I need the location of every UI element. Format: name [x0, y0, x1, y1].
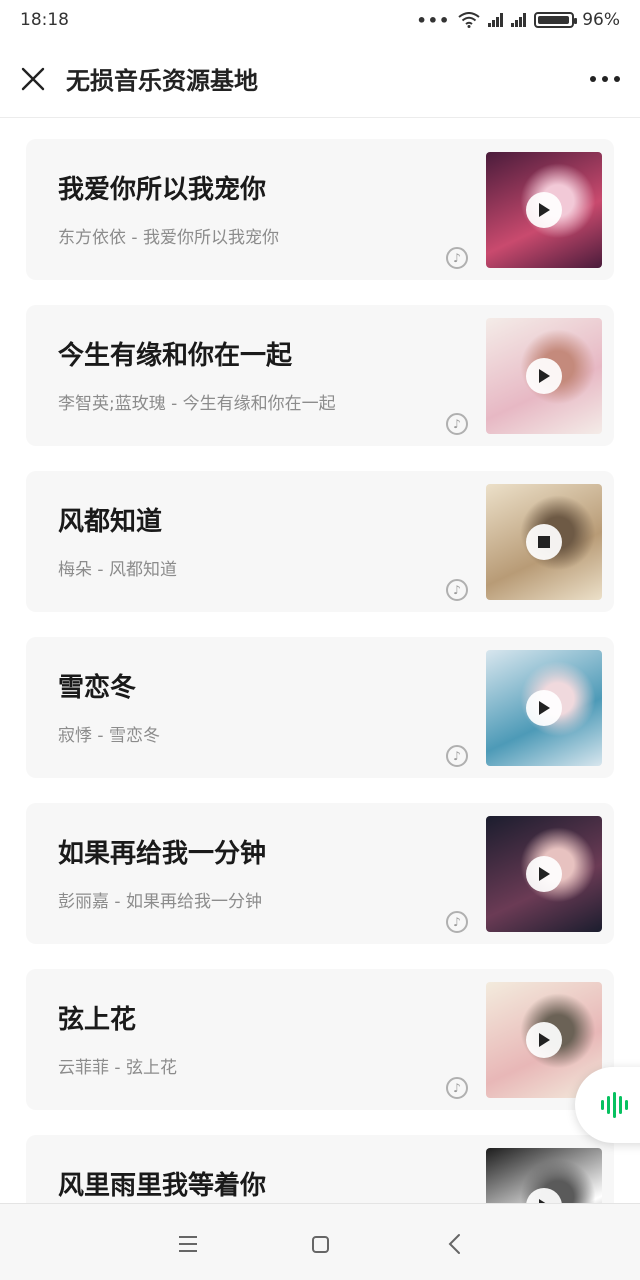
- song-title: 如果再给我一分钟: [58, 839, 267, 869]
- album-cover[interactable]: [486, 1148, 602, 1203]
- play-icon: [539, 1033, 550, 1047]
- song-artist: 李智英;蓝玫瑰 - 今生有缘和你在一起: [58, 394, 336, 414]
- song-card[interactable]: 今生有缘和你在一起李智英;蓝玫瑰 - 今生有缘和你在一起 ♪: [26, 305, 614, 446]
- song-card[interactable]: 我爱你所以我宠你东方依依 - 我爱你所以我宠你 ♪: [26, 139, 614, 280]
- back-icon: [448, 1234, 460, 1254]
- voice-wave-icon: [601, 1092, 628, 1118]
- play-button[interactable]: [526, 856, 562, 892]
- song-title: 今生有缘和你在一起: [58, 341, 293, 371]
- status-time: 18:18: [20, 10, 69, 30]
- battery-fill: [538, 16, 570, 24]
- nav-menu-button[interactable]: [168, 1224, 208, 1264]
- play-button[interactable]: [526, 358, 562, 394]
- song-list: 我爱你所以我宠你 东方依依 - 我爱你所以我宠你 ♪ 今生有缘和你在一起 李智英;蓝玫瑰…: [0, 118, 640, 1203]
- music-note-icon: ♪: [446, 413, 468, 435]
- album-cover[interactable]: [486, 816, 602, 932]
- song-artist: 彭丽嘉 - 如果再给我一分钟: [58, 892, 262, 912]
- song-artist: 寂悸 - 雪恋冬: [58, 726, 160, 746]
- battery-percent: 96%: [582, 10, 620, 30]
- song-card[interactable]: 如果再给我一分钟彭丽嘉 - 如果再给我一分钟 ♪: [26, 803, 614, 944]
- nav-back-button[interactable]: [434, 1224, 474, 1264]
- music-note-icon: ♪: [446, 1077, 468, 1099]
- menu-icon: [179, 1236, 197, 1252]
- nav-home-button[interactable]: [300, 1224, 340, 1264]
- more-status-icon: •••: [416, 10, 451, 30]
- album-cover[interactable]: [486, 650, 602, 766]
- song-title: 雪恋冬: [58, 673, 137, 703]
- play-icon: [539, 369, 550, 383]
- stop-button[interactable]: [526, 524, 562, 560]
- music-note-icon: ♪: [446, 911, 468, 933]
- signal-icon-2: [511, 13, 527, 27]
- close-button[interactable]: [0, 40, 66, 118]
- song-artist: 东方依依 - 我爱你所以我宠你: [58, 228, 279, 248]
- album-cover[interactable]: [486, 484, 602, 600]
- play-icon: [539, 701, 550, 715]
- song-title: 风里雨里我等着你: [58, 1171, 267, 1201]
- play-button[interactable]: [526, 1188, 562, 1203]
- music-note-icon: ♪: [446, 579, 468, 601]
- song-card[interactable]: 风都知道梅朵 - 风都知道 ♪: [26, 471, 614, 612]
- play-button[interactable]: [526, 690, 562, 726]
- system-nav-bar: [0, 1203, 640, 1280]
- close-icon: [21, 67, 45, 90]
- song-card[interactable]: 雪恋冬寂悸 - 雪恋冬 ♪: [26, 637, 614, 778]
- battery-icon: [534, 12, 578, 28]
- song-title: 我爱你所以我宠你: [58, 175, 267, 205]
- top-bar: 无损音乐资源基地: [0, 40, 640, 118]
- music-note-icon: ♪: [446, 247, 468, 269]
- song-title: 风都知道: [58, 507, 163, 537]
- album-cover[interactable]: [486, 318, 602, 434]
- more-icon: [590, 75, 620, 82]
- music-note-icon: ♪: [446, 745, 468, 767]
- song-artist: 云菲菲 - 弦上花: [58, 1058, 177, 1078]
- song-card[interactable]: 弦上花云菲菲 - 弦上花 ♪: [26, 969, 614, 1110]
- stop-icon: [538, 536, 550, 548]
- status-bar: 18:18 ••• 96%: [0, 0, 640, 40]
- page-title: 无损音乐资源基地: [66, 67, 258, 95]
- play-icon: [539, 203, 550, 217]
- song-artist: 梅朵 - 风都知道: [58, 560, 177, 580]
- play-button[interactable]: [526, 192, 562, 228]
- song-card[interactable]: 风里雨里我等着你: [26, 1135, 614, 1203]
- play-icon: [539, 867, 550, 881]
- song-title: 弦上花: [58, 1005, 137, 1035]
- wifi-icon: [458, 12, 480, 28]
- album-cover[interactable]: [486, 152, 602, 268]
- more-button[interactable]: [570, 40, 640, 118]
- play-button[interactable]: [526, 1022, 562, 1058]
- status-indicators: ••• 96%: [417, 10, 620, 30]
- signal-icon: [488, 13, 504, 27]
- home-icon: [311, 1235, 329, 1253]
